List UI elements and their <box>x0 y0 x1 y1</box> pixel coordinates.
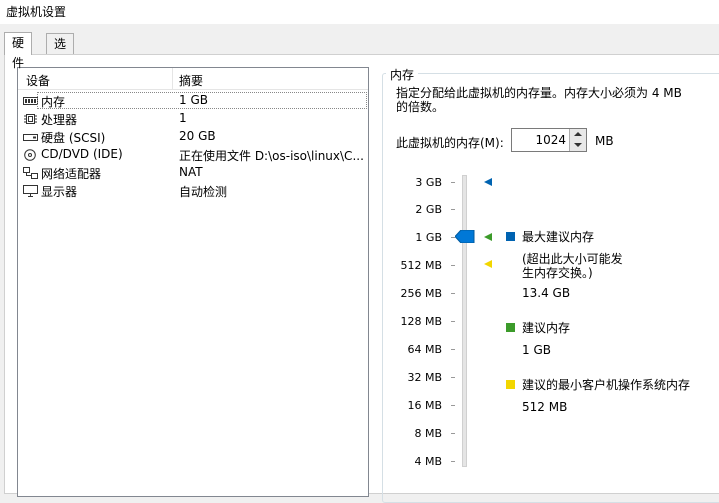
scale-tick <box>451 433 455 434</box>
spin-buttons <box>569 129 586 151</box>
cpu-icon <box>24 114 37 124</box>
legend-min-swatch <box>506 380 515 389</box>
display-icon <box>23 185 38 197</box>
scale-label-1gb: 1 GB <box>415 231 442 244</box>
scale-label-4mb: 4 MB <box>414 455 442 468</box>
recommended-marker-icon <box>484 233 492 241</box>
scale-label-512mb: 512 MB <box>400 259 442 272</box>
scale-tick <box>451 405 455 406</box>
device-name: 硬盘 (SCSI) <box>41 131 106 145</box>
scale-tick <box>451 293 455 294</box>
title-bar: 虚拟机设置 <box>0 0 719 24</box>
memory-field-label: 此虚拟机的内存(M): <box>396 136 504 150</box>
column-header-device[interactable]: 设备 <box>26 72 50 89</box>
device-summary: 1 <box>179 111 187 125</box>
scale-label-256mb: 256 MB <box>400 287 442 300</box>
column-separator[interactable] <box>172 68 173 89</box>
legend-min-value: 512 MB <box>522 400 568 414</box>
device-summary: 1 GB <box>179 93 208 107</box>
scale-tick <box>451 461 455 462</box>
device-name: CD/DVD (IDE) <box>41 147 123 161</box>
network-adapter-icon <box>23 167 38 179</box>
scale-tick <box>451 209 455 210</box>
column-header-summary[interactable]: 摘要 <box>179 72 203 89</box>
memory-unit: MB <box>595 134 614 148</box>
scale-tick <box>451 377 455 378</box>
memory-group-title: 内存 <box>386 66 419 83</box>
cd-dvd-icon <box>24 149 36 161</box>
scale-tick <box>451 265 455 266</box>
device-row-memory[interactable]: 内存 1 GB <box>21 92 367 110</box>
device-name: 显示器 <box>41 185 78 199</box>
device-row-network-adapter[interactable]: 网络适配器 NAT <box>21 164 367 182</box>
scale-tick <box>451 349 455 350</box>
legend-max-swatch <box>506 232 515 241</box>
memory-slider-track[interactable] <box>462 175 467 467</box>
scale-tick <box>451 182 455 183</box>
legend-recommended-title: 建议内存 <box>522 321 571 335</box>
scale-label-2gb: 2 GB <box>415 203 442 216</box>
scale-label-16mb: 16 MB <box>407 399 442 412</box>
memory-description: 指定分配给此虚拟机的内存量。内存大小必须为 4 MB 的倍数。 <box>396 86 682 114</box>
scale-label-64mb: 64 MB <box>407 343 442 356</box>
memory-slider-thumb[interactable] <box>455 230 475 243</box>
min-recommended-marker-icon <box>484 260 492 268</box>
device-row-display[interactable]: 显示器 自动检测 <box>21 182 367 200</box>
device-name: 网络适配器 <box>41 167 102 181</box>
hard-disk-icon <box>23 134 38 141</box>
device-name: 处理器 <box>41 113 78 127</box>
device-row-hard-disk[interactable]: 硬盘 (SCSI) 20 GB <box>21 128 367 146</box>
scale-tick <box>451 321 455 322</box>
legend-max-value: 13.4 GB <box>522 286 571 300</box>
device-summary: 20 GB <box>179 129 216 143</box>
device-summary: 自动检测 <box>179 185 228 199</box>
device-name: 内存 <box>41 95 66 109</box>
legend-max-note: (超出此大小可能发生内存交换。) <box>522 252 623 280</box>
window-title: 虚拟机设置 <box>6 5 67 19</box>
legend-min-title: 建议的最小客户机操作系统内存 <box>522 378 691 392</box>
tab-hardware[interactable]: 硬件 <box>4 32 33 70</box>
decrement-arrow-icon[interactable] <box>570 140 586 151</box>
memory-icon <box>23 97 38 105</box>
scale-label-128mb: 128 MB <box>400 315 442 328</box>
legend-recommended-swatch <box>506 323 515 332</box>
device-list[interactable]: 设备 摘要 内存 1 GB 处理器 1 硬盘 (SCSI) 20 GB CD/D… <box>17 67 369 497</box>
scale-label-32mb: 32 MB <box>407 371 442 384</box>
memory-spinbox[interactable]: 1024 <box>511 128 587 152</box>
scale-label-8mb: 8 MB <box>414 427 442 440</box>
legend-max-title: 最大建议内存 <box>522 230 595 244</box>
device-summary: NAT <box>179 165 203 179</box>
max-recommended-marker-icon <box>484 178 492 186</box>
legend-recommended-value: 1 GB <box>522 343 551 357</box>
device-row-cd-dvd[interactable]: CD/DVD (IDE) 正在使用文件 D:\os-iso\linux\C... <box>21 146 367 164</box>
memory-value[interactable]: 1024 <box>535 133 566 147</box>
device-row-processor[interactable]: 处理器 1 <box>21 110 367 128</box>
scale-label-3gb: 3 GB <box>415 176 442 189</box>
list-header: 设备 摘要 <box>18 68 368 90</box>
device-summary: 正在使用文件 D:\os-iso\linux\C... <box>179 149 364 163</box>
tab-options[interactable]: 选项 <box>46 33 75 71</box>
